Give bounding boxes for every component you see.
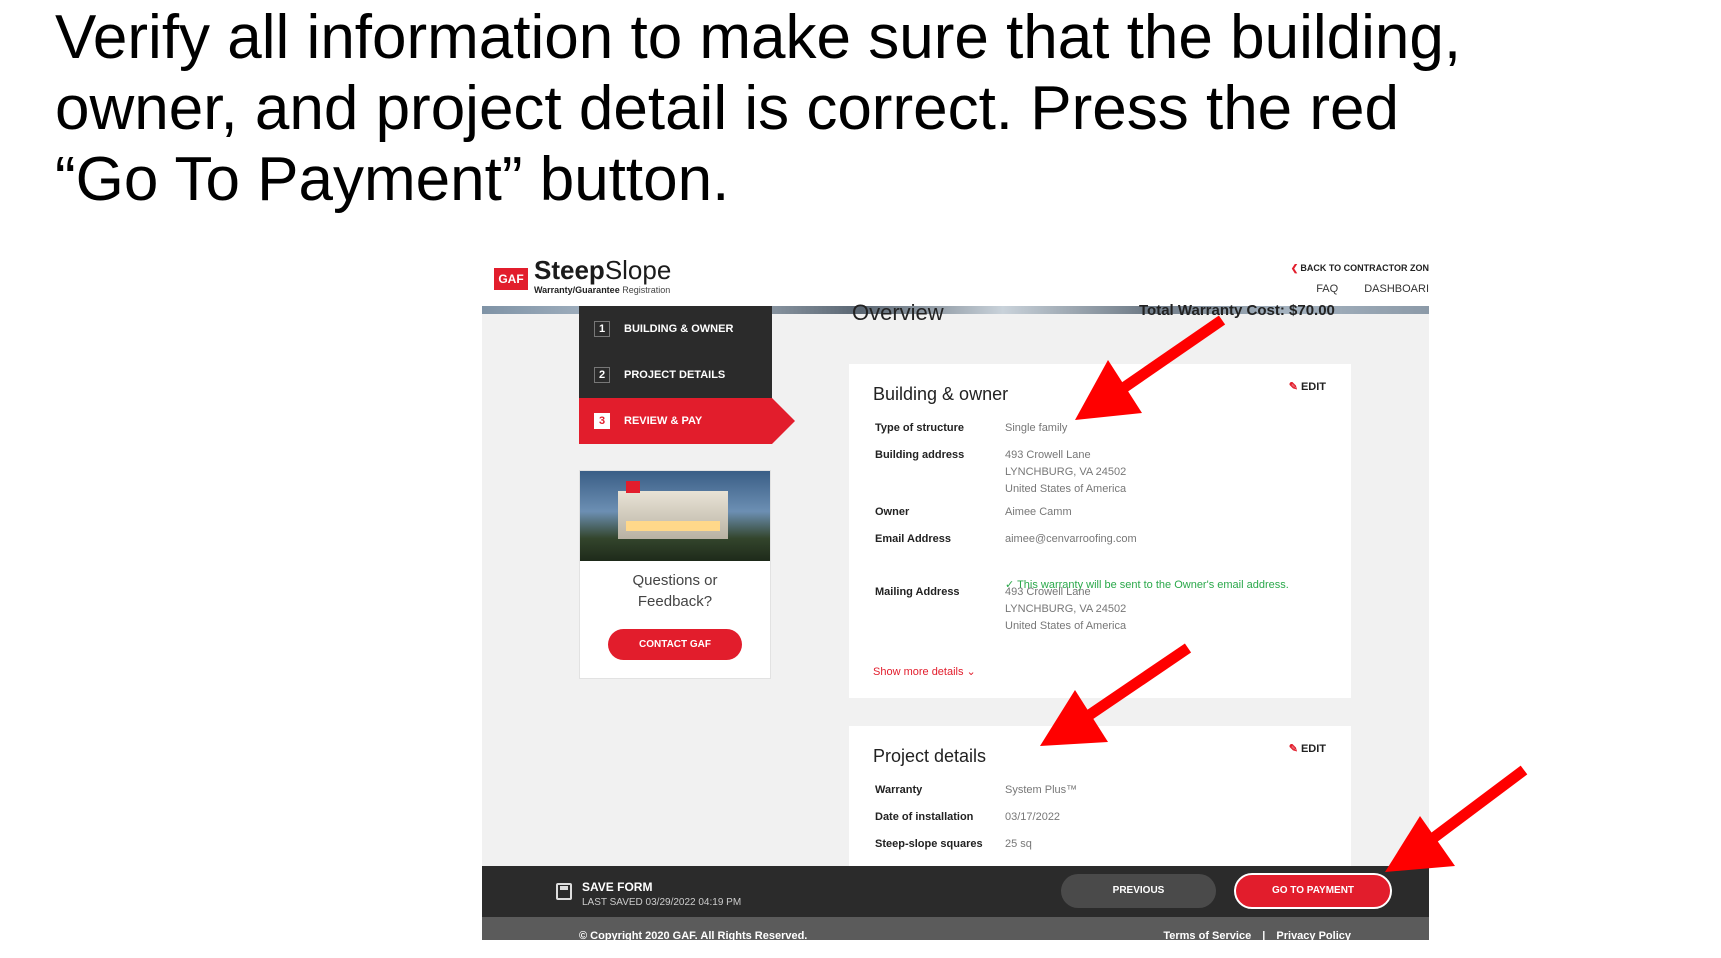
field-label: Mailing Address (875, 586, 960, 598)
chevron-down-icon: ⌄ (963, 666, 976, 678)
copyright-text: © Copyright 2020 GAF. All Rights Reserve… (579, 930, 808, 940)
save-icon[interactable] (556, 883, 572, 900)
show-more-label: Show more details (873, 666, 964, 678)
brand-subtitle: Warranty/Guarantee Registration (534, 285, 670, 295)
brand-bold: Steep (534, 255, 605, 285)
field-value: Single family (1005, 422, 1068, 434)
field-label: Building address (875, 449, 965, 461)
building-owner-title: Building & owner (873, 384, 1009, 404)
brand-sub-bold: Warranty/Guarantee (534, 285, 620, 295)
top-nav: FAQ DASHBOARI (1316, 283, 1429, 295)
last-saved-text: LAST SAVED 03/29/2022 04:19 PM (582, 897, 742, 908)
building-photo (580, 471, 770, 561)
field-label: Type of structure (875, 422, 965, 434)
step-building-owner[interactable]: 1 BUILDING & OWNER (579, 306, 772, 352)
footer-links: Terms of Service | Privacy Policy (1163, 930, 1351, 940)
field-label: Steep-slope squares (875, 838, 983, 850)
mailing-line-3: United States of America (1005, 620, 1127, 632)
copyright-bar: © Copyright 2020 GAF. All Rights Reserve… (482, 917, 1429, 940)
back-link-label: BACK TO CONTRACTOR ZON (1300, 263, 1429, 273)
feedback-card: Questions or Feedback? CONTACT GAF (579, 470, 771, 679)
brand-sub-light: Registration (619, 285, 671, 295)
chevron-left-icon: ❮ (1290, 263, 1299, 273)
feedback-text: Questions or Feedback? (580, 570, 770, 612)
field-label: Email Address (875, 533, 952, 545)
feedback-line-2: Feedback? (637, 593, 713, 610)
step-label: PROJECT DETAILS (624, 369, 726, 381)
mailing-line-2: LYNCHBURG, VA 24502 (1005, 603, 1127, 615)
field-value: 25 sq (1005, 838, 1032, 850)
field-value: aimee@cenvarroofing.com (1005, 533, 1137, 545)
previous-button[interactable]: PREVIOUS (1061, 874, 1216, 908)
mailing-line-1: 493 Crowell Lane (1005, 586, 1091, 598)
field-value: 03/17/2022 (1005, 811, 1061, 823)
instruction-line-2: owner, and project detail is correct. Pr… (55, 74, 1399, 143)
instruction-line-1: Verify all information to make sure that… (55, 3, 1462, 72)
step-review-pay[interactable]: 3 REVIEW & PAY (579, 398, 795, 444)
field-label: Owner (875, 506, 910, 518)
address-line-2: LYNCHBURG, VA 24502 (1005, 466, 1127, 478)
address-line-3: United States of America (1005, 483, 1127, 495)
pencil-icon: ✎ (1288, 381, 1298, 393)
brand-name: SteepSlope (534, 256, 671, 284)
privacy-policy-link[interactable]: Privacy Policy (1276, 930, 1351, 940)
instruction-text: Verify all information to make sure that… (55, 2, 1695, 215)
field-value: Aimee Camm (1005, 506, 1072, 518)
instruction-line-3: “Go To Payment” button. (55, 145, 730, 214)
overview-title: Overview (852, 300, 944, 325)
field-label: Date of installation (875, 811, 974, 823)
terms-of-service-link[interactable]: Terms of Service (1163, 930, 1251, 940)
step-label: REVIEW & PAY (624, 415, 703, 427)
gaf-logo[interactable]: GAF (494, 268, 528, 290)
footer-separator: | (1262, 930, 1266, 940)
field-value: System Plus™ (1005, 784, 1078, 796)
step-label: BUILDING & OWNER (624, 323, 734, 335)
nav-dashboard[interactable]: DASHBOARI (1364, 283, 1429, 295)
nav-faq[interactable]: FAQ (1316, 283, 1338, 295)
edit-building-owner-button[interactable]: ✎ EDIT (1289, 380, 1326, 393)
step-number: 3 (594, 413, 610, 429)
go-to-payment-button[interactable]: GO TO PAYMENT (1234, 873, 1392, 909)
project-details-title: Project details (873, 746, 987, 766)
edit-label: EDIT (1300, 743, 1326, 755)
contact-gaf-button[interactable]: CONTACT GAF (608, 629, 742, 660)
save-form-button[interactable]: SAVE FORM (582, 880, 652, 894)
step-project-details[interactable]: 2 PROJECT DETAILS (579, 352, 772, 398)
pencil-icon: ✎ (1288, 743, 1298, 755)
brand-light: Slope (604, 255, 672, 285)
app-header: GAF SteepSlope Warranty/Guarantee Regist… (482, 250, 1429, 306)
form-footer-bar: SAVE FORM LAST SAVED 03/29/2022 04:19 PM… (482, 866, 1429, 917)
edit-label: EDIT (1300, 381, 1326, 393)
show-more-details-link[interactable]: Show more details ⌄ (873, 665, 976, 678)
total-warranty-cost: Total Warranty Cost: $70.00 (1139, 302, 1335, 319)
feedback-line-1: Questions or (632, 572, 718, 589)
field-label: Warranty (875, 784, 923, 796)
field-value: 493 Crowell Lane LYNCHBURG, VA 24502 Uni… (1005, 447, 1126, 498)
gaf-sign (626, 481, 640, 493)
app-screenshot: GAF SteepSlope Warranty/Guarantee Regist… (482, 250, 1429, 940)
back-to-contractor-zone-link[interactable]: ❮ BACK TO CONTRACTOR ZON (1291, 263, 1429, 274)
address-line-1: 493 Crowell Lane (1005, 449, 1091, 461)
building-owner-card: Building & owner ✎ EDIT Type of structure… (849, 364, 1351, 698)
step-number: 2 (594, 367, 610, 383)
building-shape (618, 491, 728, 539)
step-number: 1 (594, 321, 610, 337)
step-nav: 1 BUILDING & OWNER 2 PROJECT DETAILS 3 REVI… (579, 306, 795, 444)
field-value: 493 Crowell Lane LYNCHBURG, VA 24502 Uni… (1005, 584, 1126, 635)
edit-project-details-button[interactable]: ✎ EDIT (1289, 742, 1326, 755)
